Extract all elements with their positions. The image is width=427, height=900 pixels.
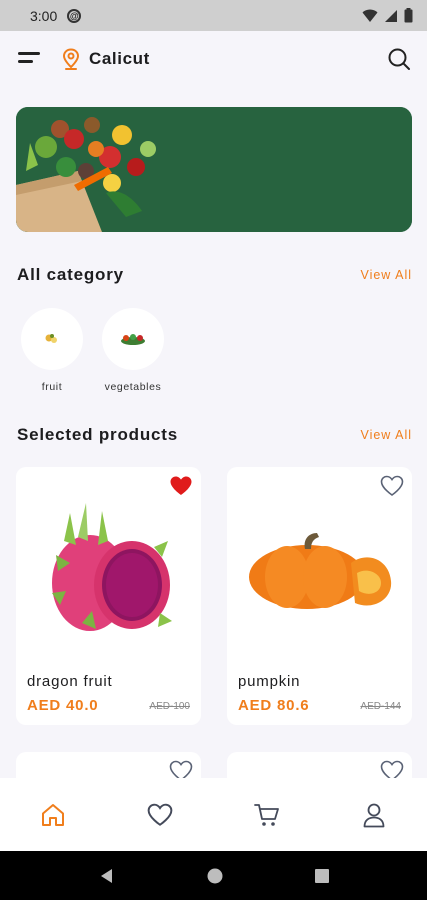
cart-icon bbox=[253, 803, 279, 826]
status-time: 3:00 bbox=[30, 7, 58, 24]
status-bar: 3:00 @ bbox=[0, 0, 427, 31]
fruit-icon bbox=[45, 334, 57, 343]
status-icons bbox=[362, 8, 413, 23]
category-vegetables[interactable]: vegetables bbox=[102, 308, 164, 393]
category-section-header: All category View All bbox=[17, 265, 412, 285]
signal-icon bbox=[385, 9, 397, 22]
category-section-title: All category bbox=[17, 265, 124, 284]
banner-image bbox=[16, 107, 412, 232]
product-old-price: AED-100 bbox=[149, 701, 190, 712]
search-icon[interactable] bbox=[387, 47, 411, 71]
location-name[interactable]: Calicut bbox=[89, 49, 150, 69]
system-nav-bar bbox=[0, 851, 427, 900]
menu-icon[interactable] bbox=[18, 51, 40, 67]
dragon-fruit-image bbox=[52, 503, 172, 631]
nav-profile[interactable] bbox=[354, 795, 394, 835]
favorite-filled-icon[interactable] bbox=[169, 475, 193, 497]
category-fruit-image bbox=[21, 308, 83, 370]
product-price: AED 40.0 bbox=[27, 697, 99, 714]
home-icon bbox=[42, 803, 65, 826]
favorite-outline-icon[interactable] bbox=[380, 475, 404, 497]
home-button-icon[interactable] bbox=[207, 868, 223, 884]
product-price: AED 80.6 bbox=[238, 697, 310, 714]
product-card[interactable]: dragon fruit AED 40.0 AED-100 bbox=[16, 467, 201, 725]
category-fruit-label: fruit bbox=[41, 381, 63, 393]
heart-icon bbox=[147, 803, 173, 826]
user-icon bbox=[363, 803, 385, 827]
products-section-title: Selected products bbox=[17, 425, 178, 444]
product-old-price: AED-144 bbox=[360, 701, 401, 712]
nav-cart[interactable] bbox=[247, 795, 287, 835]
products-section-header: Selected products View All bbox=[17, 425, 412, 445]
wifi-icon bbox=[362, 9, 378, 22]
nav-favorites[interactable] bbox=[140, 795, 180, 835]
nav-home[interactable] bbox=[33, 795, 73, 835]
category-vegetables-label: vegetables bbox=[104, 381, 162, 393]
product-card[interactable]: pumpkin AED 80.6 AED-144 bbox=[227, 467, 412, 725]
product-name: pumpkin bbox=[238, 673, 301, 690]
notification-icon: @ bbox=[67, 8, 82, 23]
back-icon[interactable] bbox=[99, 868, 115, 884]
categories-view-all-link[interactable]: View All bbox=[360, 268, 412, 282]
bottom-nav bbox=[0, 778, 427, 851]
vegetables-icon bbox=[121, 334, 145, 345]
pumpkin-image bbox=[249, 533, 392, 609]
category-fruit[interactable]: fruit bbox=[21, 308, 83, 393]
category-list: fruit vegetables bbox=[21, 308, 164, 393]
category-vegetables-image bbox=[102, 308, 164, 370]
location-pin-icon[interactable] bbox=[62, 48, 80, 70]
product-name: dragon fruit bbox=[27, 673, 113, 690]
battery-icon bbox=[404, 8, 413, 23]
app-header: Calicut bbox=[0, 31, 427, 87]
promo-banner[interactable] bbox=[16, 107, 412, 232]
recents-icon[interactable] bbox=[314, 868, 329, 883]
products-view-all-link[interactable]: View All bbox=[360, 428, 412, 442]
